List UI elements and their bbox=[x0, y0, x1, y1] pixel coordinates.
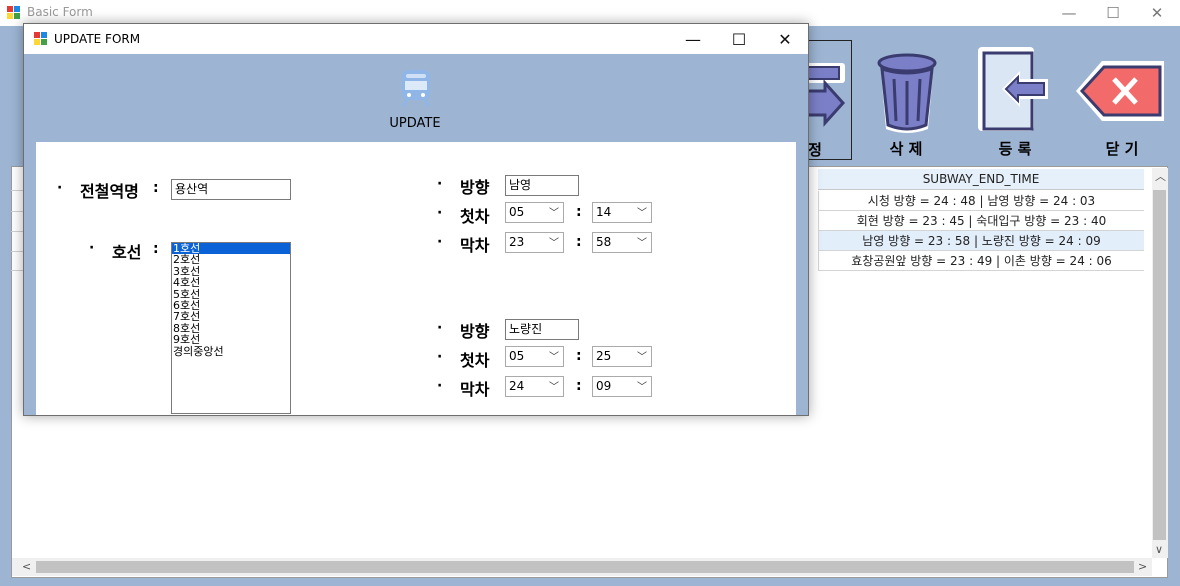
close-tool-button[interactable]: 닫 기 bbox=[1072, 45, 1172, 160]
bullet: · bbox=[437, 378, 443, 394]
select-value: 24 bbox=[509, 379, 525, 393]
colon: : bbox=[576, 378, 582, 394]
bullet: · bbox=[57, 180, 63, 196]
list-item[interactable]: 9호선 bbox=[172, 334, 290, 346]
app-icon bbox=[34, 32, 47, 45]
chevron-down-icon: ﹀ bbox=[549, 238, 559, 249]
line-listbox[interactable]: 1호선 2호선 3호선 4호선 5호선 6호선 7호선 8호선 9호선 경의중앙… bbox=[171, 242, 291, 414]
last-train2-minute-select[interactable]: 09 ﹀ bbox=[592, 376, 652, 397]
chevron-down-icon: ﹀ bbox=[637, 382, 647, 393]
chevron-down-icon: ﹀ bbox=[637, 352, 647, 363]
chevron-down-icon: ﹀ bbox=[549, 208, 559, 219]
select-value: 09 bbox=[596, 379, 612, 393]
bullet: · bbox=[437, 320, 443, 336]
first-train1-hour-select[interactable]: 05 ﹀ bbox=[505, 202, 564, 223]
direction2-input[interactable]: 노량진 bbox=[505, 319, 579, 340]
table-row[interactable]: 시청 방향 = 24 : 48 | 남영 방향 = 24 : 03 bbox=[818, 191, 1144, 211]
direction2-label: 방향 bbox=[460, 322, 490, 341]
chevron-down-icon: ﹀ bbox=[637, 238, 647, 249]
first-train2-hour-select[interactable]: 05 ﹀ bbox=[505, 346, 564, 367]
form-panel bbox=[36, 142, 796, 415]
table-row-selected[interactable]: 남영 방향 = 23 : 58 | 노량진 방향 = 24 : 09 bbox=[818, 231, 1144, 251]
register-tool-label: 등 록 bbox=[998, 140, 1032, 158]
direction1-input[interactable]: 남영 bbox=[505, 175, 579, 196]
table-row[interactable]: 효창공원앞 방향 = 23 : 49 | 이촌 방향 = 24 : 06 bbox=[818, 251, 1144, 271]
bullet: · bbox=[437, 234, 443, 250]
scroll-up-icon[interactable]: ︿ bbox=[1155, 168, 1166, 184]
first-train1-label: 첫차 bbox=[460, 207, 490, 226]
last-train2-hour-select[interactable]: 24 ﹀ bbox=[505, 376, 564, 397]
delete-tool-label: 삭 제 bbox=[889, 140, 923, 158]
first-train2-minute-select[interactable]: 25 ﹀ bbox=[592, 346, 652, 367]
scroll-down-icon[interactable]: ∨ bbox=[1155, 543, 1163, 556]
station-name-label: 전철역명 bbox=[80, 182, 139, 201]
first-train1-minute-select[interactable]: 14 ﹀ bbox=[592, 202, 652, 223]
select-value: 05 bbox=[509, 349, 525, 363]
main-close-button[interactable]: ✕ bbox=[1134, 0, 1180, 26]
last-train1-hour-select[interactable]: 23 ﹀ bbox=[505, 232, 564, 253]
vertical-scroll-thumb[interactable] bbox=[1153, 190, 1166, 540]
last-train1-label: 막차 bbox=[460, 236, 490, 255]
chevron-down-icon: ﹀ bbox=[549, 382, 559, 393]
list-item[interactable]: 경의중앙선 bbox=[172, 345, 290, 357]
station-name-input[interactable]: 용산역 bbox=[171, 179, 291, 200]
colon: : bbox=[576, 234, 582, 250]
close-x-icon bbox=[1076, 61, 1164, 121]
table-row[interactable]: 회현 방향 = 23 : 45 | 숙대입구 방향 = 23 : 40 bbox=[818, 211, 1144, 231]
colon: : bbox=[153, 241, 159, 257]
close-tool-label: 닫 기 bbox=[1105, 140, 1139, 158]
colon: : bbox=[153, 180, 159, 196]
select-value: 58 bbox=[596, 235, 612, 249]
dialog-close-button[interactable]: ✕ bbox=[762, 24, 808, 54]
select-value: 05 bbox=[509, 205, 525, 219]
main-minimize-button[interactable]: — bbox=[1046, 0, 1092, 26]
list-item[interactable]: 4호선 bbox=[172, 277, 290, 289]
select-value: 14 bbox=[596, 205, 612, 219]
last-train2-label: 막차 bbox=[460, 380, 490, 399]
update-header-label: UPDATE bbox=[389, 116, 441, 131]
chevron-down-icon: ﹀ bbox=[637, 208, 647, 219]
colon: : bbox=[576, 348, 582, 364]
bullet: · bbox=[437, 349, 443, 365]
app-icon bbox=[7, 6, 20, 19]
horizontal-scroll-thumb[interactable] bbox=[36, 561, 1134, 573]
last-train1-minute-select[interactable]: 58 ﹀ bbox=[592, 232, 652, 253]
dialog-title: UPDATE FORM bbox=[54, 32, 141, 46]
main-window-title: Basic Form bbox=[27, 5, 93, 19]
dialog-maximize-button[interactable]: ☐ bbox=[716, 24, 762, 54]
chevron-down-icon: ﹀ bbox=[549, 352, 559, 363]
subway-train-icon bbox=[401, 70, 431, 107]
select-value: 25 bbox=[596, 349, 612, 363]
colon: : bbox=[576, 204, 582, 220]
direction1-label: 방향 bbox=[460, 178, 490, 197]
register-door-icon bbox=[978, 47, 1048, 131]
bullet: · bbox=[89, 240, 95, 256]
update-form-dialog: UPDATE FORM — ☐ ✕ UPDATE · 전철역명 : 용산역 · … bbox=[23, 23, 809, 416]
bullet: · bbox=[437, 176, 443, 192]
trash-can-icon bbox=[877, 53, 937, 133]
register-tool-button[interactable]: 등 록 bbox=[970, 45, 1060, 160]
delete-tool-button[interactable]: 삭 제 bbox=[866, 45, 946, 160]
dialog-titlebar: UPDATE FORM — ☐ ✕ bbox=[24, 24, 808, 54]
bullet: · bbox=[437, 205, 443, 221]
scroll-left-icon[interactable]: < bbox=[22, 560, 31, 573]
select-value: 23 bbox=[509, 235, 525, 249]
scroll-right-icon[interactable]: > bbox=[1138, 560, 1147, 573]
column-header-subway-end-time[interactable]: SUBWAY_END_TIME bbox=[818, 169, 1144, 190]
main-maximize-button[interactable]: ☐ bbox=[1090, 0, 1136, 26]
update-arrow-icon bbox=[805, 63, 846, 127]
line-label: 호선 bbox=[112, 243, 142, 262]
update-tool-button[interactable]: 정 bbox=[805, 40, 852, 160]
first-train2-label: 첫차 bbox=[460, 351, 490, 370]
dialog-minimize-button[interactable]: — bbox=[670, 24, 716, 54]
